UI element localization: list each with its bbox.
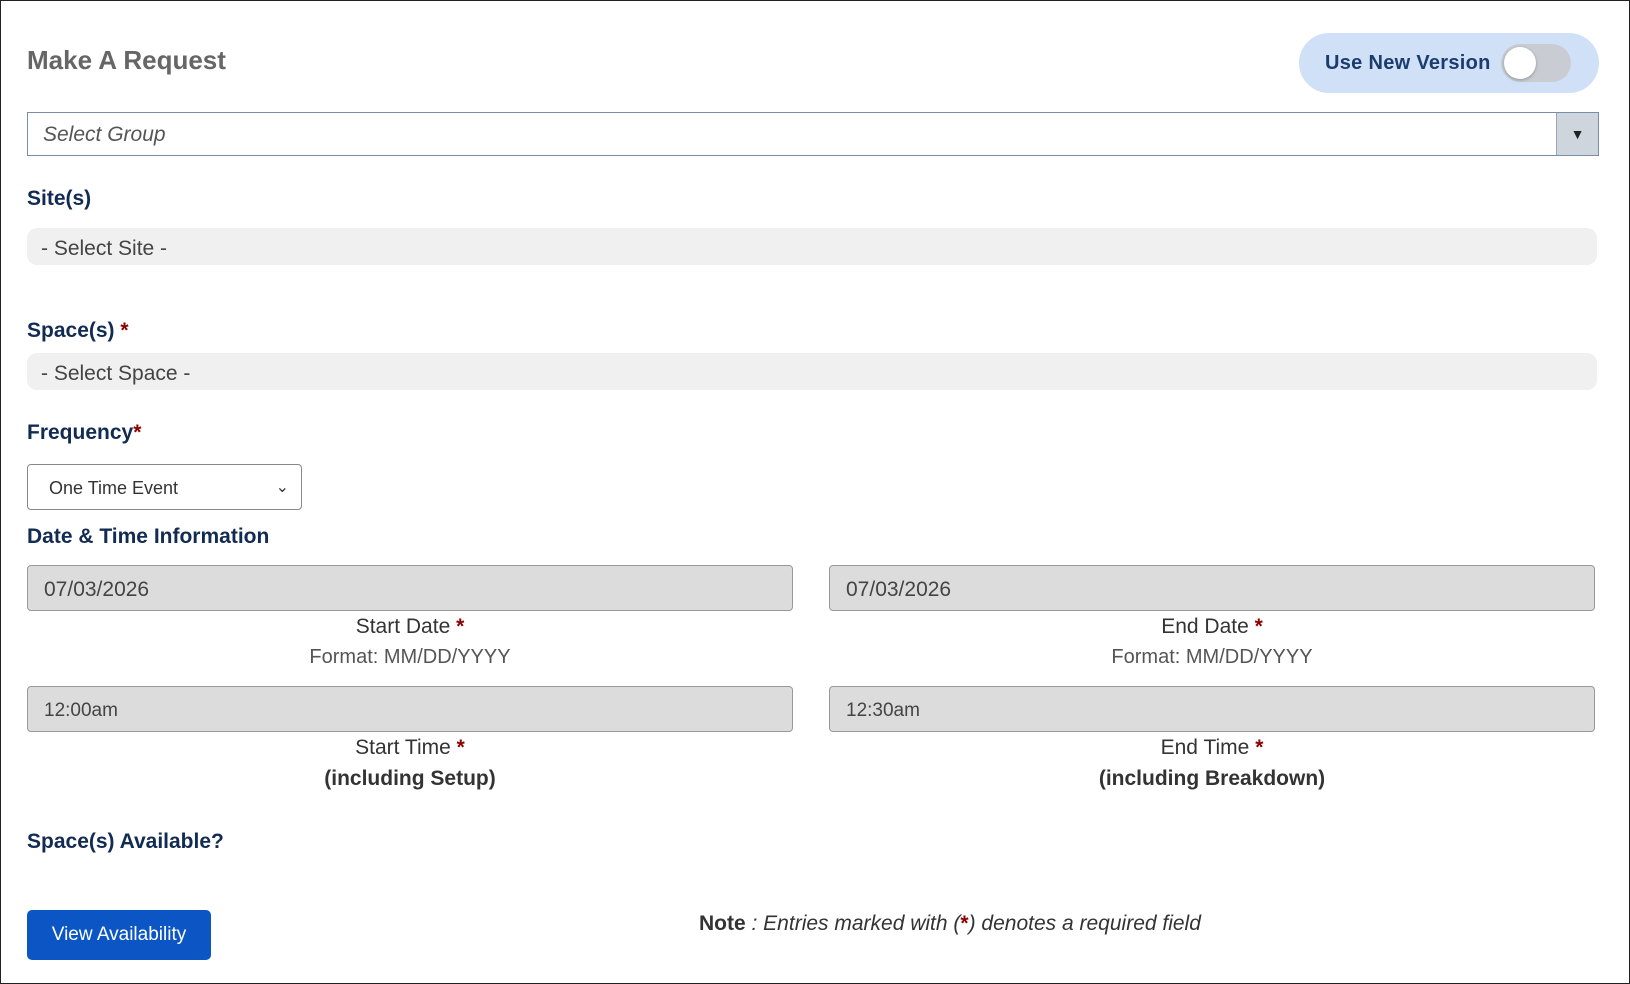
start-date-caption: Start Date * — [355, 615, 465, 638]
sites-label: Site(s) — [27, 187, 92, 210]
toggle-knob — [1504, 47, 1536, 79]
start-time-caption: Start Time * — [355, 736, 465, 759]
start-time-input[interactable]: 12:00am — [27, 686, 793, 732]
start-time-subcaption: (including Setup) — [324, 767, 496, 790]
select-group-placeholder: Select Group — [43, 123, 166, 146]
space-select[interactable]: - Select Space - — [27, 353, 1597, 390]
spaces-label: Space(s) * — [27, 319, 129, 342]
required-field-note: Note : Entries marked with (*) denotes a… — [699, 912, 1201, 936]
end-date-input[interactable]: 07/03/2026 — [829, 565, 1595, 611]
spaces-available-label: Space(s) Available? — [27, 830, 224, 853]
end-date-caption: End Date * — [1161, 615, 1263, 638]
caret-down-icon: ▼ — [1570, 126, 1585, 142]
chevron-down-icon: ⌄ — [275, 479, 289, 496]
required-asterisk: * — [456, 736, 465, 759]
required-asterisk: * — [456, 615, 465, 638]
group-dropdown-button[interactable]: ▼ — [1556, 113, 1598, 155]
required-asterisk: * — [960, 912, 969, 935]
required-asterisk: * — [120, 319, 129, 342]
end-time-value: 12:30am — [846, 700, 920, 721]
select-group-combobox[interactable]: Select Group ▼ — [27, 112, 1599, 156]
request-form-panel: Make A Request Use New Version Select Gr… — [0, 0, 1630, 984]
start-date-input[interactable]: 07/03/2026 — [27, 565, 793, 611]
date-time-section-label: Date & Time Information — [27, 525, 270, 548]
end-date-format-hint: Format: MM/DD/YYYY — [1111, 646, 1313, 668]
toggle-label: Use New Version — [1325, 51, 1491, 74]
start-date-value: 07/03/2026 — [44, 578, 150, 601]
note-text-before: : Entries marked with ( — [745, 912, 961, 935]
view-availability-button[interactable]: View Availability — [27, 910, 211, 960]
space-select-placeholder: - Select Space - — [41, 362, 191, 385]
frequency-select[interactable]: One Time Event ⌄ — [27, 464, 302, 510]
use-new-version-toggle[interactable]: Use New Version — [1299, 33, 1599, 93]
start-time-value: 12:00am — [44, 700, 118, 721]
required-asterisk: * — [1254, 615, 1263, 638]
site-select-placeholder: - Select Site - — [41, 237, 168, 260]
toggle-switch[interactable] — [1501, 44, 1571, 82]
start-date-format-hint: Format: MM/DD/YYYY — [309, 646, 511, 668]
frequency-label: Frequency* — [27, 421, 142, 444]
end-time-subcaption: (including Breakdown) — [1098, 767, 1326, 790]
note-label: Note — [699, 912, 746, 935]
page-title: Make A Request — [27, 45, 226, 75]
end-time-input[interactable]: 12:30am — [829, 686, 1595, 732]
required-asterisk: * — [1255, 736, 1264, 759]
end-date-value: 07/03/2026 — [846, 578, 952, 601]
site-select[interactable]: - Select Site - — [27, 228, 1597, 265]
frequency-selected-value: One Time Event — [49, 478, 179, 498]
note-text-after: ) denotes a required field — [968, 912, 1201, 935]
end-time-caption: End Time * — [1160, 736, 1264, 759]
required-asterisk: * — [133, 421, 142, 444]
